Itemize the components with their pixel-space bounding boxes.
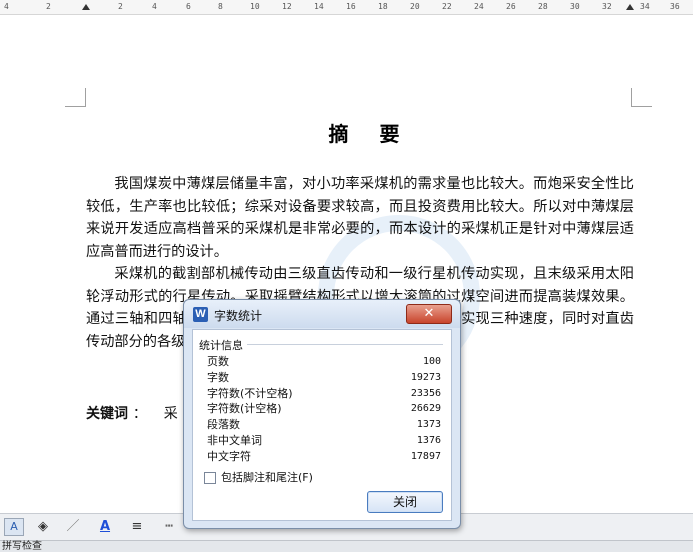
dialog-body: 统计信息 页数 100 字数 19273 字符数(不计空格) 23356 字符数… bbox=[192, 329, 452, 521]
ruler-tick-label: 24 bbox=[474, 2, 484, 11]
word-count-dialog: W 字数统计 ✕ 统计信息 页数 100 字数 19273 字符数(不计空格) … bbox=[183, 299, 461, 529]
stat-label: 段落数 bbox=[207, 418, 240, 432]
keywords-colon: ： bbox=[132, 406, 147, 422]
ruler-tick-label: 8 bbox=[218, 2, 223, 11]
right-indent-marker[interactable] bbox=[626, 4, 634, 10]
ruler-tick-label: 30 bbox=[570, 2, 580, 11]
ruler-tick-label: 26 bbox=[506, 2, 516, 11]
ruler-tick-label: 12 bbox=[282, 2, 292, 11]
fill-color-icon[interactable]: ◈ bbox=[34, 517, 52, 537]
section-divider bbox=[247, 344, 443, 345]
stat-row: 页数 100 bbox=[207, 354, 441, 370]
stat-label: 字符数(不计空格) bbox=[207, 386, 293, 400]
abstract-paragraph[interactable]: 我国煤炭中薄煤层储量丰富，对小功率采煤机的需求量也比较大。而炮采安全性比较低，生… bbox=[86, 173, 634, 263]
ruler-tick-label: 4 bbox=[4, 2, 9, 11]
dialog-title: 字数统计 bbox=[214, 309, 263, 323]
dash-style-icon[interactable]: ┅ bbox=[160, 517, 178, 537]
ruler-tick-label: 20 bbox=[410, 2, 420, 11]
ruler-tick-label: 32 bbox=[602, 2, 612, 11]
stat-value: 17897 bbox=[410, 450, 441, 462]
include-footnotes-label[interactable]: 包括脚注和尾注(F) bbox=[221, 471, 313, 485]
stat-label: 字符数(计空格) bbox=[207, 402, 282, 416]
ruler-tick-label: 16 bbox=[346, 2, 356, 11]
stat-row: 非中文单词 1376 bbox=[207, 433, 441, 449]
text-icon[interactable]: A bbox=[4, 518, 24, 536]
stat-label: 页数 bbox=[207, 355, 229, 368]
ruler-tick-label: 36 bbox=[670, 2, 680, 11]
ruler-tick-label: 2 bbox=[46, 2, 51, 11]
ruler-tick-label: 2 bbox=[118, 2, 123, 11]
stats-list: 页数 100 字数 19273 字符数(不计空格) 23356 字符数(计空格)… bbox=[207, 354, 441, 465]
stat-value: 1373 bbox=[416, 419, 441, 431]
ruler-tick-label: 18 bbox=[378, 2, 388, 11]
ruler-tick-label: 28 bbox=[538, 2, 548, 11]
document-title[interactable]: 摘 要 bbox=[300, 118, 440, 147]
keywords-label: 关键词 bbox=[86, 406, 128, 422]
stat-label: 非中文单词 bbox=[207, 433, 262, 447]
stat-label: 中文字符 bbox=[207, 449, 251, 463]
stat-label: 字数 bbox=[207, 370, 229, 384]
stat-row: 字数 19273 bbox=[207, 370, 441, 386]
stat-row: 中文字符 17897 bbox=[207, 449, 441, 465]
wps-writer-icon: W bbox=[193, 307, 208, 322]
stat-value: 26629 bbox=[410, 403, 441, 415]
stat-value: 23356 bbox=[410, 387, 441, 399]
ruler-tick-label: 34 bbox=[640, 2, 650, 11]
dialog-titlebar[interactable]: W 字数统计 ✕ bbox=[184, 300, 460, 328]
line-style-icon[interactable]: ≡ bbox=[128, 517, 146, 537]
keywords-value: 采 bbox=[163, 406, 178, 422]
keywords-line[interactable]: 关键词 ： 采 bbox=[86, 403, 178, 423]
stat-row: 字符数(计空格) 26629 bbox=[207, 401, 441, 417]
close-button[interactable]: 关闭 bbox=[367, 491, 443, 513]
status-bar: 拼写检查 bbox=[0, 540, 693, 552]
horizontal-ruler[interactable]: 4 2 2 4 6 8 10 12 14 16 18 20 22 24 26 2… bbox=[0, 0, 693, 15]
spell-check-status[interactable]: 拼写检查 bbox=[2, 541, 42, 553]
section-heading: 统计信息 bbox=[199, 339, 243, 352]
stat-value: 1376 bbox=[416, 434, 441, 446]
line-color-icon[interactable]: ／ bbox=[64, 517, 82, 537]
stat-row: 字符数(不计空格) 23356 bbox=[207, 386, 441, 402]
font-color-icon[interactable]: A bbox=[96, 517, 114, 537]
margin-corner-mark bbox=[631, 88, 652, 107]
ruler-tick-label: 10 bbox=[250, 2, 260, 11]
left-indent-marker[interactable] bbox=[82, 4, 90, 10]
include-footnotes-checkbox[interactable] bbox=[204, 472, 216, 484]
stat-value: 19273 bbox=[410, 371, 441, 383]
stat-row: 段落数 1373 bbox=[207, 417, 441, 433]
ruler-tick-label: 22 bbox=[442, 2, 452, 11]
close-icon[interactable]: ✕ bbox=[406, 304, 452, 324]
ruler-tick-label: 4 bbox=[152, 2, 157, 11]
ruler-tick-label: 14 bbox=[314, 2, 324, 11]
stat-value: 100 bbox=[422, 356, 441, 367]
ruler-tick-label: 6 bbox=[186, 2, 191, 11]
margin-corner-mark bbox=[65, 88, 86, 107]
